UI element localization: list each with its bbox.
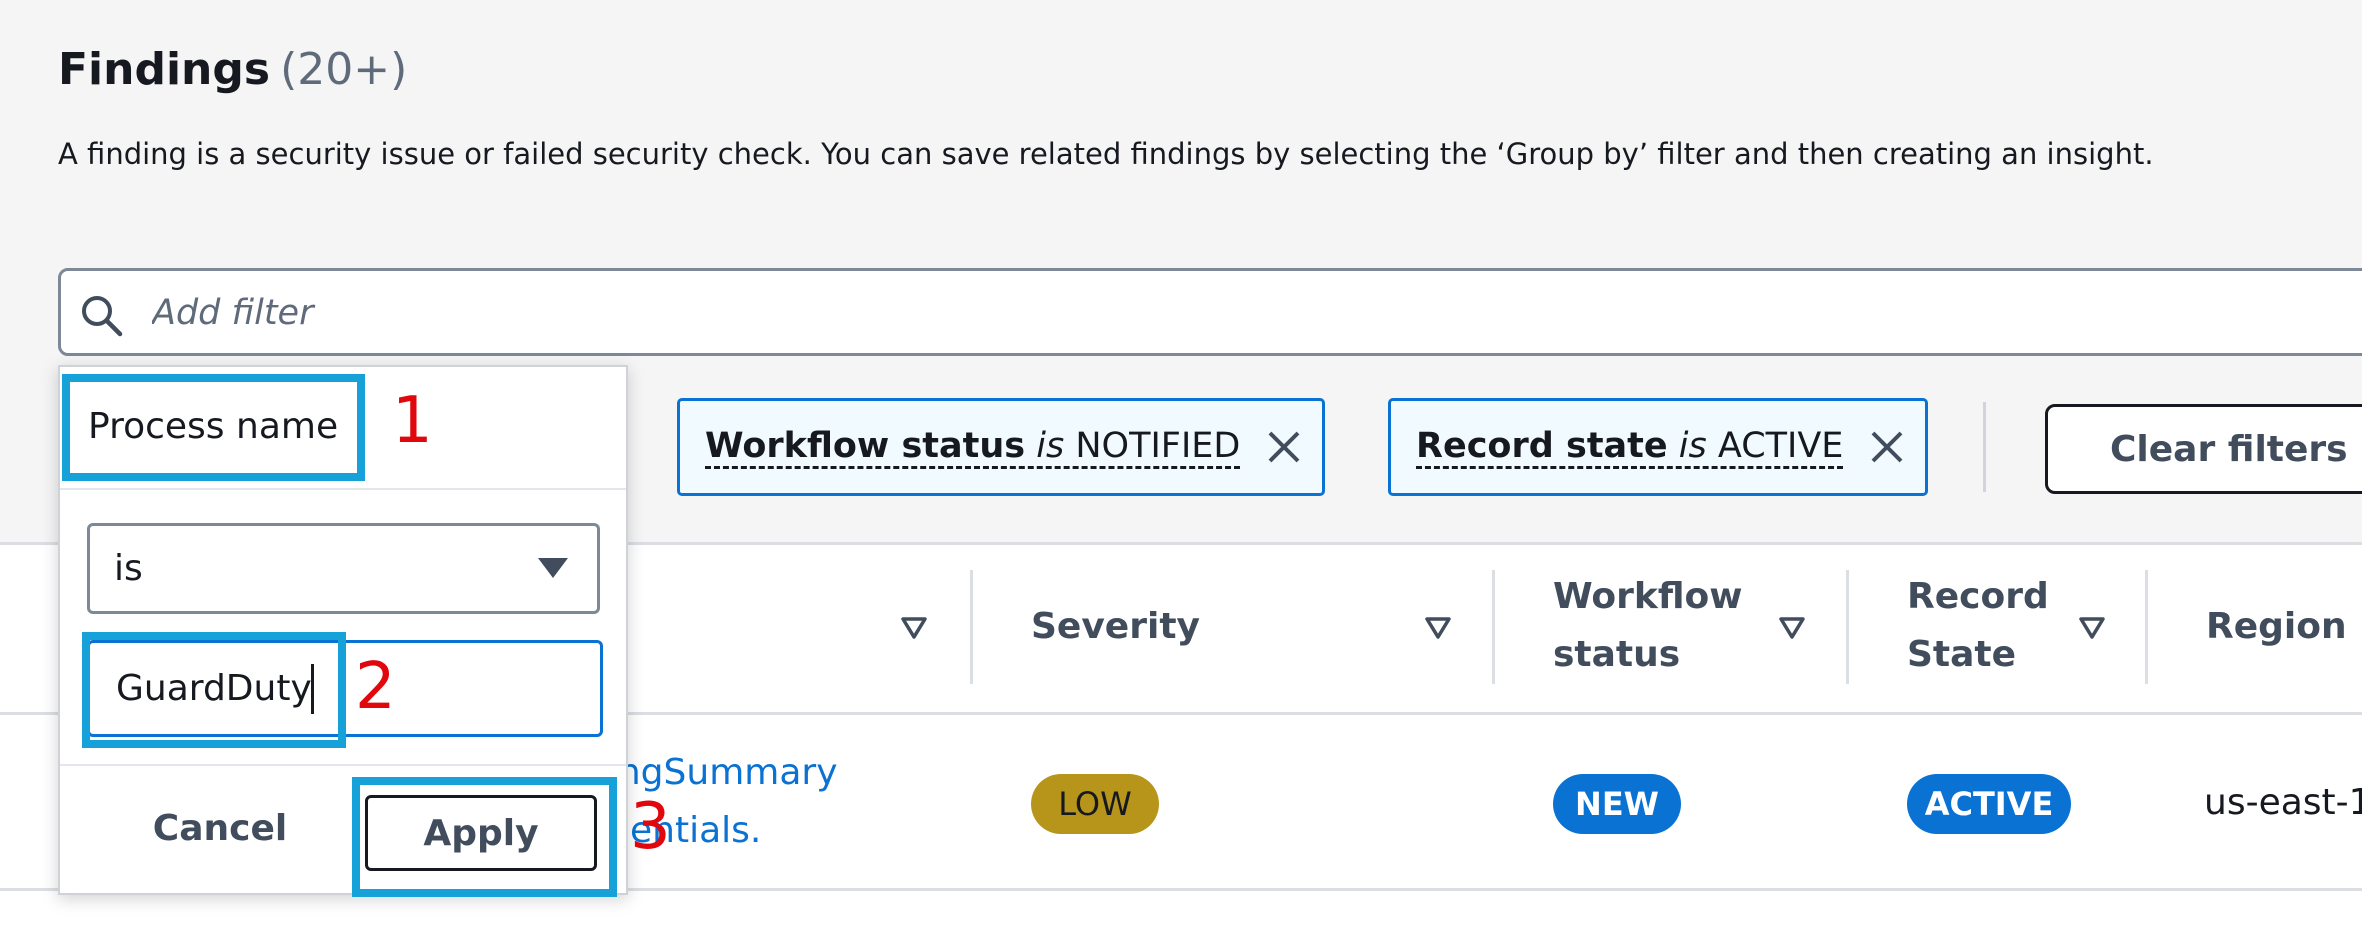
column-header-record-state[interactable]: Record State (1907, 568, 2049, 684)
search-icon (82, 296, 123, 337)
add-filter-input[interactable] (150, 280, 1554, 346)
filter-token-record-state: Record state is ACTIVE (1388, 398, 1929, 496)
severity-badge: LOW (1031, 774, 1159, 834)
column-separator (970, 570, 973, 684)
page-description: A finding is a security issue or failed … (58, 137, 2154, 171)
cancel-button[interactable]: Cancel (120, 795, 320, 861)
page-title: Findings (20+) (58, 44, 408, 95)
remove-filter-button[interactable] (1264, 427, 1304, 467)
sort-icon[interactable] (2078, 616, 2106, 640)
region-cell: us-east-1 (2204, 782, 2362, 823)
annotation-number-1: 1 (392, 384, 433, 458)
record-state-badge: ACTIVE (1907, 774, 2071, 834)
operator-select[interactable]: is (87, 523, 600, 614)
sort-icon[interactable] (1778, 616, 1806, 640)
annotation-box-3 (352, 777, 617, 897)
close-icon (1268, 431, 1300, 463)
toolbar-divider (1983, 402, 1986, 492)
annotation-box-2 (82, 632, 346, 748)
annotation-number-3: 3 (630, 790, 671, 864)
column-header-line: Workflow (1553, 576, 1743, 617)
sort-icon[interactable] (900, 616, 928, 640)
annotation-box-1 (62, 374, 365, 481)
annotation-number-2: 2 (355, 650, 396, 724)
column-header-line: status (1553, 634, 1681, 675)
remove-filter-button[interactable] (1867, 427, 1907, 467)
caret-down-icon (538, 558, 568, 578)
findings-count: (20+) (280, 44, 408, 95)
column-header-region[interactable]: Region (2206, 598, 2347, 656)
filter-token-workflow-status: Workflow status is NOTIFIED (677, 398, 1326, 496)
workflow-status-badge: NEW (1553, 774, 1681, 834)
close-icon (1872, 431, 1903, 463)
column-header-line: Record (1907, 576, 2049, 617)
clear-filters-button[interactable]: Clear filters (2045, 404, 2362, 494)
filter-token-label[interactable]: Workflow status is NOTIFIED (705, 426, 1241, 469)
column-separator (1492, 570, 1495, 684)
column-header-severity[interactable]: Severity (1031, 598, 1200, 656)
column-header-workflow-status[interactable]: Workflow status (1553, 568, 1743, 684)
popover-divider (60, 764, 626, 766)
column-separator (1846, 570, 1849, 684)
column-header-line: State (1907, 634, 2017, 675)
popover-divider (60, 488, 626, 490)
filter-token-label[interactable]: Record state is ACTIVE (1416, 426, 1844, 469)
column-separator (2145, 570, 2148, 684)
sort-icon[interactable] (1424, 616, 1452, 640)
